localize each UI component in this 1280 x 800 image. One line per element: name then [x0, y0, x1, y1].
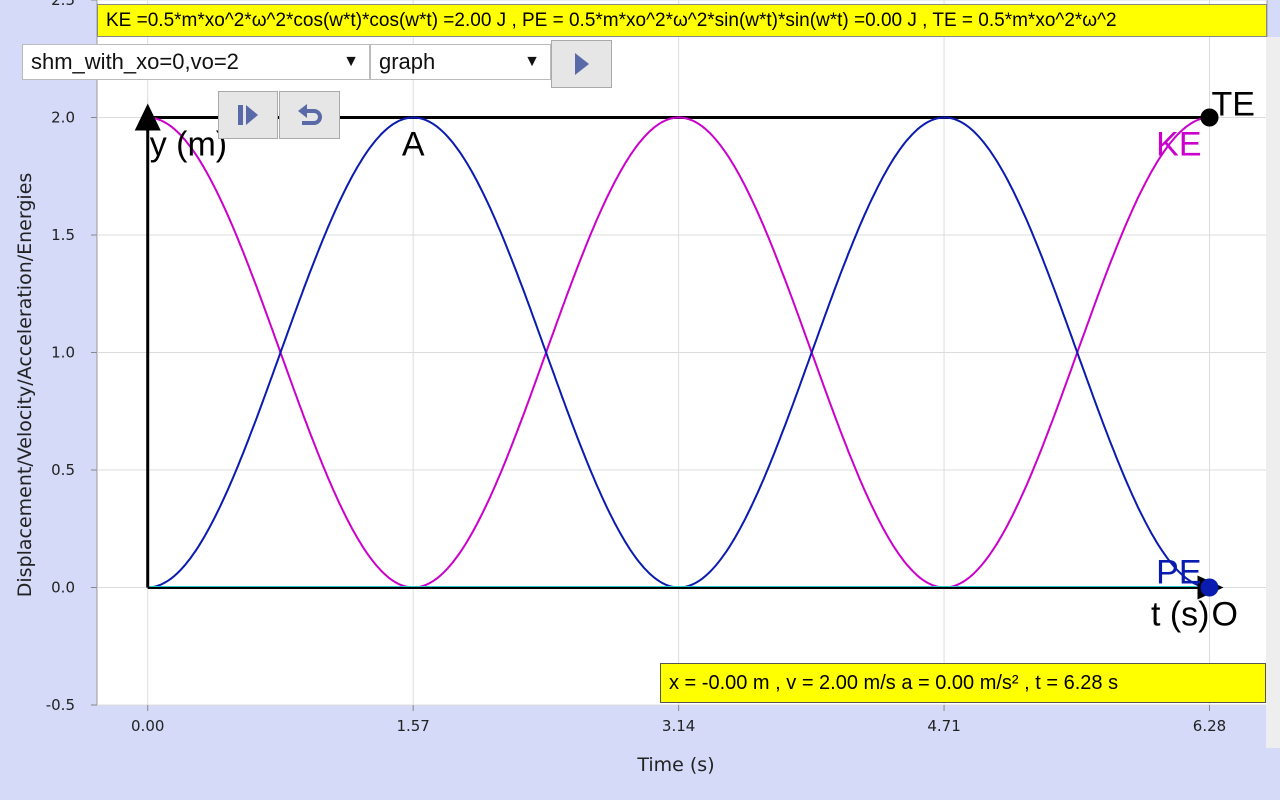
amplitude-label: A	[402, 126, 425, 164]
y-axis-label: y (m)	[150, 126, 227, 164]
t-axis-label: t (s)	[1151, 596, 1210, 634]
y-tick-label: -0.5	[46, 696, 75, 714]
chevron-down-icon: ▼	[343, 53, 359, 70]
view-select-value: graph	[379, 49, 436, 74]
reset-button[interactable]	[279, 91, 340, 139]
x-tick-label: 3.14	[662, 717, 695, 735]
step-button[interactable]	[218, 91, 278, 139]
play-icon	[574, 53, 589, 75]
y-tick-label: 1.0	[51, 344, 75, 362]
y-axis-title: Displacement/Velocity/Acceleration/Energ…	[14, 173, 36, 598]
scenario-select[interactable]: shm_with_xo=0,vo=2 ▼	[22, 44, 370, 80]
x-tick-label: 6.28	[1193, 717, 1226, 735]
y-tick-label: 1.5	[51, 226, 75, 244]
origin-label: O	[1212, 596, 1238, 634]
x-tick-label: 0.00	[131, 717, 164, 735]
y-tick-label: 2.5	[51, 0, 75, 9]
y-tick-label: 2.0	[51, 109, 75, 127]
chevron-down-icon: ▼	[524, 53, 540, 70]
reset-icon	[297, 104, 322, 125]
state-readout: x = -0.00 m , v = 2.00 m/s a = 0.00 m/s²…	[660, 663, 1266, 703]
play-button[interactable]	[551, 40, 612, 88]
vertical-scrollbar[interactable]	[1266, 37, 1280, 748]
ke-label: KE	[1156, 126, 1201, 164]
view-select[interactable]: graph ▼	[370, 44, 551, 80]
x-axis-title: Time (s)	[636, 754, 714, 776]
te-label: TE	[1212, 86, 1255, 124]
energy-formula-banner: KE =0.5*m*xo^2*ω^2*cos(w*t)*cos(w*t) =2.…	[97, 4, 1267, 37]
pe-point[interactable]	[1200, 578, 1219, 597]
x-tick-label: 4.71	[927, 717, 960, 735]
pe-label: PE	[1156, 554, 1201, 592]
y-tick-label: 0.5	[51, 461, 75, 479]
scenario-select-value: shm_with_xo=0,vo=2	[31, 49, 239, 74]
step-forward-icon	[238, 105, 258, 125]
y-tick-label: 0.0	[51, 579, 75, 597]
x-tick-label: 1.57	[396, 717, 429, 735]
